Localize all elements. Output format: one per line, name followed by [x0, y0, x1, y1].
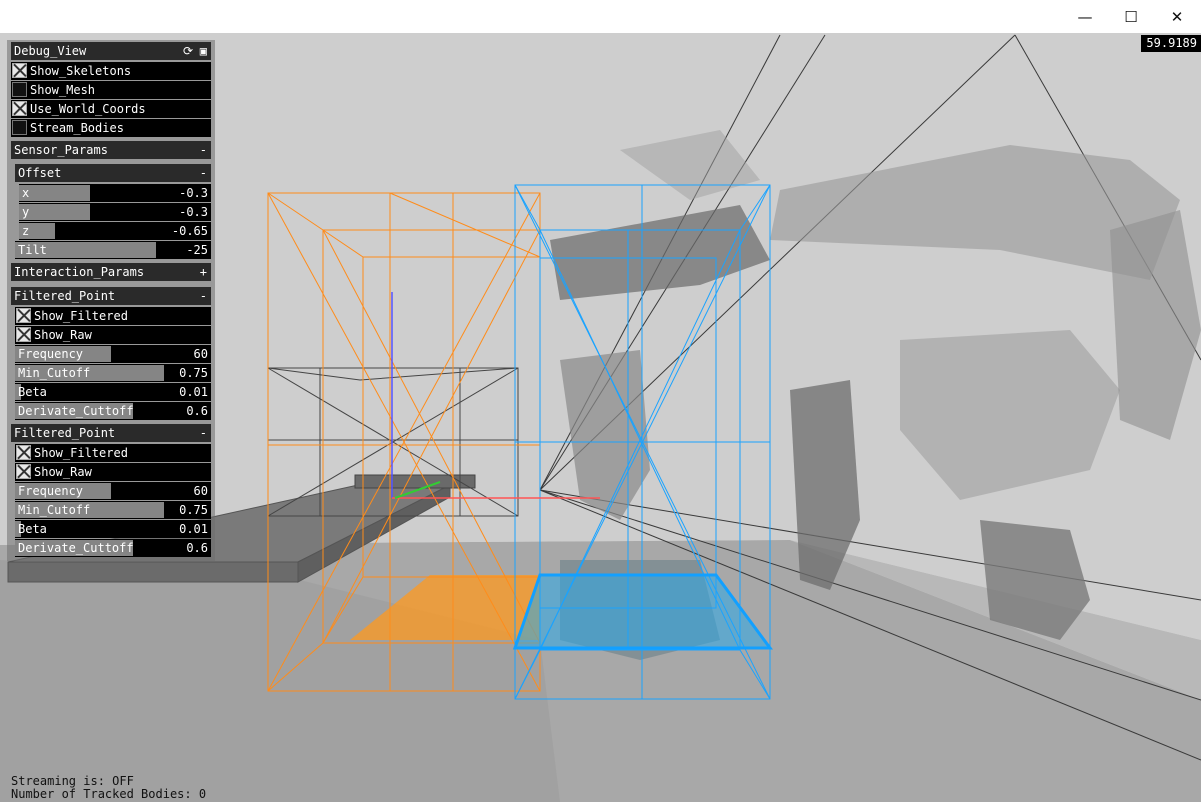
debug-view-header[interactable]: Debug_View ⟳ ▣ — [11, 42, 211, 60]
slider-offset-z[interactable]: z -0.65 — [19, 222, 211, 240]
filtered-point-title: Filtered_Point — [14, 426, 116, 440]
sensor-params-header[interactable]: Sensor_Params - — [11, 141, 211, 159]
interaction-params-header[interactable]: Interaction_Params + — [11, 263, 211, 281]
expand-icon[interactable]: + — [200, 263, 207, 281]
slider-offset-x[interactable]: x -0.3 — [19, 184, 211, 202]
slider-label: Frequency — [18, 484, 84, 498]
slider-value: 60 — [193, 347, 208, 361]
tracked-bodies-status: Number of Tracked Bodies: 0 — [11, 787, 207, 801]
streaming-status: Streaming is: OFF — [11, 774, 134, 788]
toggle-use-world-coords[interactable]: Use_World_Coords — [11, 100, 211, 118]
slider-label: Derivate_Cuttoff — [18, 404, 134, 418]
close-button[interactable]: ✕ — [1154, 0, 1200, 33]
slider-value: 0.01 — [179, 385, 208, 399]
slider-label: Beta — [18, 522, 47, 536]
slider-value: 0.75 — [179, 366, 208, 380]
toggle-show-filtered[interactable]: Show_Filtered — [15, 444, 211, 462]
window-titlebar: — ☐ ✕ — [0, 0, 1201, 33]
slider-value: -0.3 — [179, 186, 208, 200]
slider-min-cutoff[interactable]: Min_Cutoff 0.75 — [15, 501, 211, 519]
slider-label: Frequency — [18, 347, 84, 361]
toggle-label: Show_Filtered — [34, 309, 128, 323]
fps-counter: 59.9189 — [1141, 35, 1201, 52]
slider-label: y — [22, 205, 30, 219]
slider-value: 0.75 — [179, 503, 208, 517]
debug-view-title: Debug_View — [14, 44, 87, 58]
slider-beta[interactable]: Beta 0.01 — [15, 383, 211, 401]
sensor-params-title: Sensor_Params — [14, 143, 108, 157]
slider-beta[interactable]: Beta 0.01 — [15, 520, 211, 538]
checkbox-icon — [12, 101, 27, 116]
offset-header[interactable]: Offset - — [15, 164, 211, 182]
slider-label: Tilt — [18, 243, 47, 257]
slider-label: Derivate_Cuttoff — [18, 541, 134, 555]
collapse-icon[interactable]: - — [200, 287, 207, 305]
toggle-show-filtered[interactable]: Show_Filtered — [15, 307, 211, 325]
slider-frequency[interactable]: Frequency 60 — [15, 345, 211, 363]
maximize-button[interactable]: ☐ — [1108, 0, 1154, 33]
toggle-label: Show_Mesh — [30, 83, 96, 97]
toggle-label: Use_World_Coords — [30, 102, 146, 116]
toggle-show-raw[interactable]: Show_Raw — [15, 326, 211, 344]
slider-value: 60 — [193, 484, 208, 498]
toggle-show-mesh[interactable]: Show_Mesh — [11, 81, 211, 99]
toggle-stream-bodies[interactable]: Stream_Bodies — [11, 119, 211, 137]
toggle-label: Stream_Bodies — [30, 121, 124, 135]
blue-zone-box — [512, 184, 773, 700]
slider-min-cutoff[interactable]: Min_Cutoff 0.75 — [15, 364, 211, 382]
minimize-button[interactable]: — — [1062, 0, 1108, 33]
slider-label: z — [22, 224, 30, 238]
slider-label: Beta — [18, 385, 47, 399]
slider-tilt[interactable]: Tilt -25 — [15, 241, 211, 259]
collapse-icon[interactable]: - — [200, 424, 207, 442]
checkbox-icon — [16, 464, 31, 479]
collapse-icon[interactable]: - — [200, 164, 207, 182]
save-icon[interactable]: ▣ — [200, 42, 207, 60]
slider-value: 0.01 — [179, 522, 208, 536]
refresh-icon[interactable]: ⟳ — [183, 42, 193, 60]
toggle-label: Show_Raw — [34, 328, 92, 342]
slider-value: -25 — [186, 243, 208, 257]
slider-fill — [19, 185, 91, 201]
checkbox-icon — [16, 308, 31, 323]
gui-panel: Debug_View ⟳ ▣ Show_Skeletons Show_Mesh … — [7, 40, 215, 561]
offset-title: Offset — [18, 166, 62, 180]
interaction-params-title: Interaction_Params — [14, 265, 145, 279]
slider-value: -0.65 — [171, 224, 208, 238]
toggle-show-raw[interactable]: Show_Raw — [15, 463, 211, 481]
filtered-point-header[interactable]: Filtered_Point - — [11, 424, 211, 442]
slider-fill — [19, 204, 91, 220]
slider-derivate-cutoff[interactable]: Derivate_Cuttoff 0.6 — [15, 402, 211, 420]
slider-offset-y[interactable]: y -0.3 — [19, 203, 211, 221]
checkbox-icon — [16, 327, 31, 342]
toggle-label: Show_Skeletons — [30, 64, 132, 78]
slider-label: Min_Cutoff — [18, 503, 91, 517]
slider-frequency[interactable]: Frequency 60 — [15, 482, 211, 500]
checkbox-icon — [12, 63, 27, 78]
slider-value: 0.6 — [186, 541, 208, 555]
toggle-label: Show_Raw — [34, 465, 92, 479]
slider-label: x — [22, 186, 30, 200]
filtered-point-title: Filtered_Point — [14, 289, 116, 303]
slider-label: Min_Cutoff — [18, 366, 91, 380]
checkbox-icon — [16, 445, 31, 460]
toggle-label: Show_Filtered — [34, 446, 128, 460]
checkbox-icon — [12, 82, 27, 97]
collapse-icon[interactable]: - — [200, 141, 207, 159]
slider-value: 0.6 — [186, 404, 208, 418]
toggle-show-skeletons[interactable]: Show_Skeletons — [11, 62, 211, 80]
checkbox-icon — [12, 120, 27, 135]
slider-value: -0.3 — [179, 205, 208, 219]
slider-derivate-cutoff[interactable]: Derivate_Cuttoff 0.6 — [15, 539, 211, 557]
filtered-point-header[interactable]: Filtered_Point - — [11, 287, 211, 305]
